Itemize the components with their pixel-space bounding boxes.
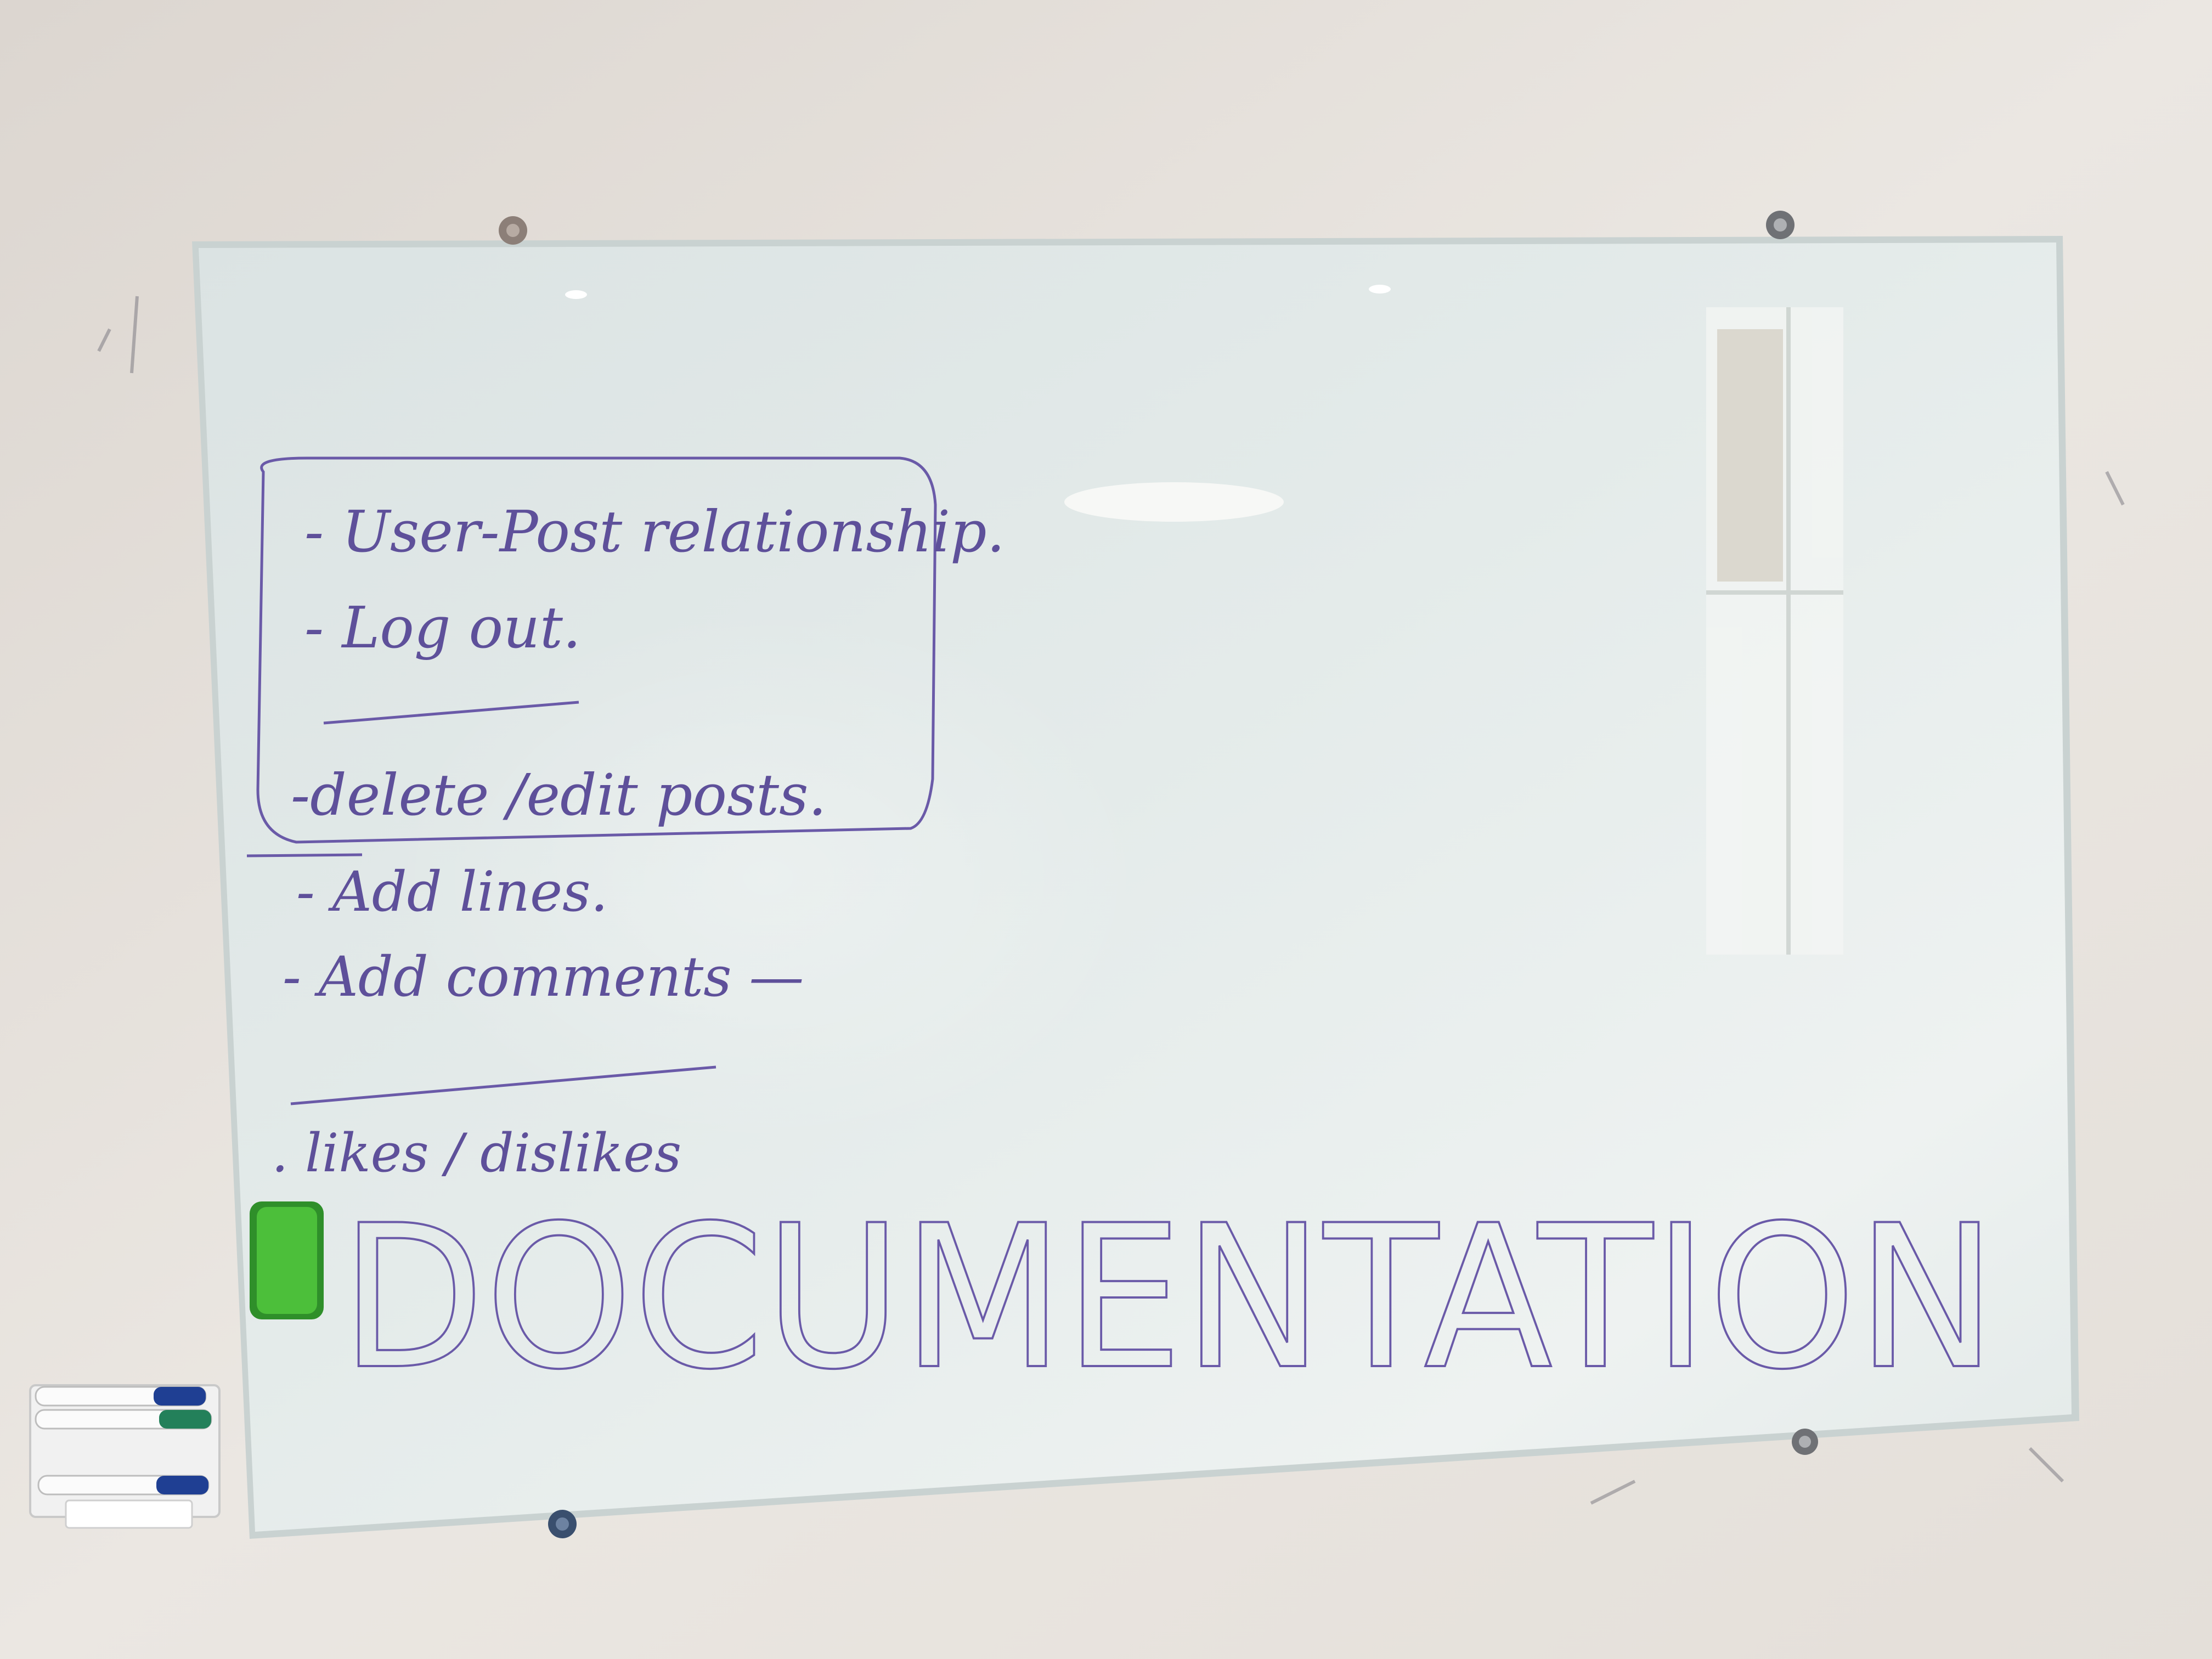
todo-item-logout: - Log out. [304, 594, 581, 661]
item-likes-dislikes: . likes / dislikes [272, 1122, 681, 1184]
headline-documentation: DOCUMENTATION [340, 1183, 1997, 1413]
list-underline [246, 853, 363, 857]
lamp-reflection [1064, 482, 1284, 522]
item-add-comments: - Add comments — [283, 945, 804, 1009]
todo-item-user-post: - User-Post relationship. [304, 498, 1005, 565]
marker-holder-icon [29, 1384, 221, 1529]
todo-item-delete-edit: -delete /edit posts. [291, 761, 827, 828]
eraser-icon [250, 1201, 324, 1319]
marker-green-icon [35, 1409, 212, 1430]
item-add-likes: - Add lines. [296, 860, 608, 924]
window-reflection [1706, 307, 1843, 955]
whiteboard-photo: - User-Post relationship. - Log out. -de… [0, 0, 2212, 1659]
marker-blue-icon [37, 1475, 210, 1496]
marker-blue-icon [35, 1386, 207, 1407]
